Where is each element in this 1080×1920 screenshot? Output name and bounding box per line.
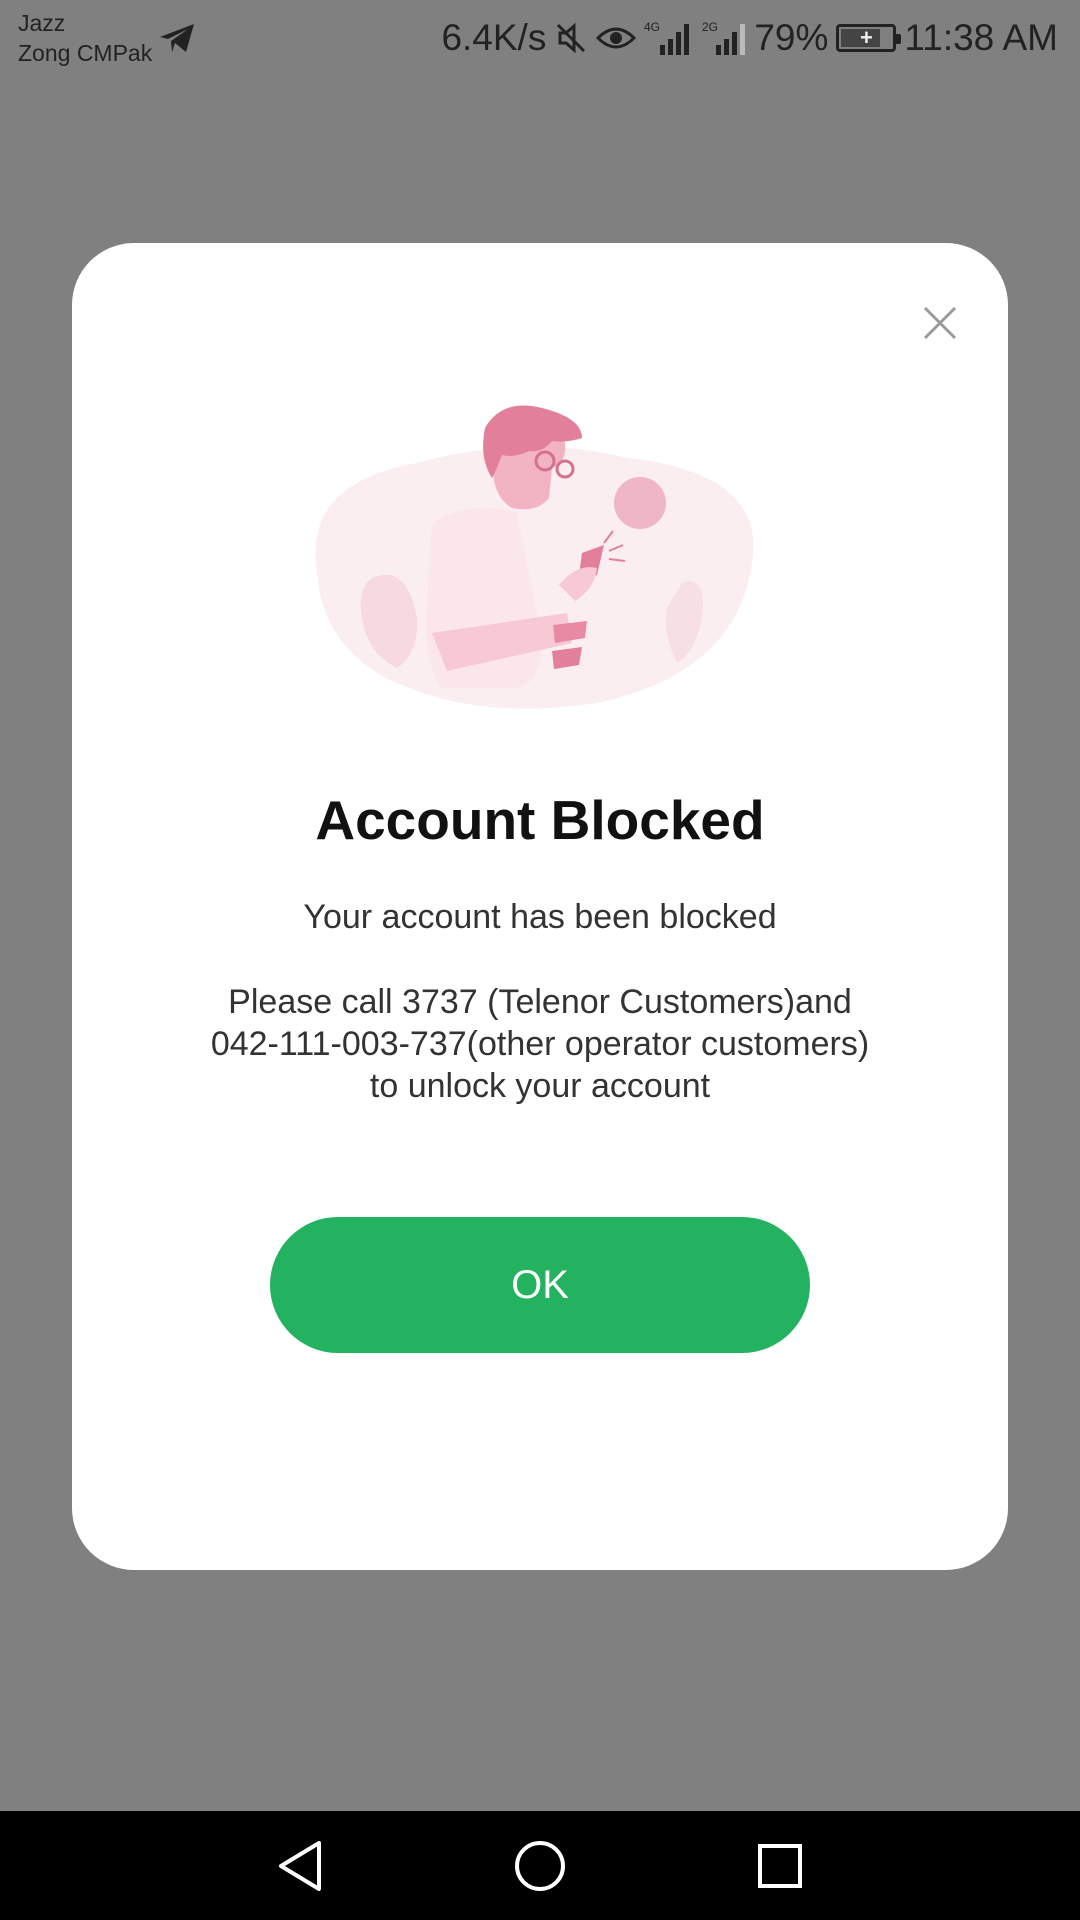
battery-icon: + — [836, 24, 902, 52]
signal-icon: 2G — [702, 20, 746, 55]
net-speed: 6.4K/s — [441, 17, 547, 58]
recents-button[interactable] — [745, 1831, 815, 1901]
carrier-1: Jazz — [18, 10, 66, 36]
mute-icon — [557, 22, 586, 54]
net-4g-label: 4G — [644, 20, 660, 34]
account-blocked-dialog: Account Blocked Your account has been bl… — [72, 243, 1008, 1570]
instruction-line: to unlock your account — [369, 1067, 711, 1105]
dialog-title: Account Blocked — [315, 789, 765, 851]
home-icon — [515, 1841, 565, 1891]
carrier-2: Zong CMPak — [18, 40, 153, 66]
instruction-line: Please call 3737 (Telenor Customers)and — [228, 983, 852, 1021]
navigation-bar — [0, 1811, 1080, 1920]
instruction-line: 042-111-003-737(other operator customers… — [210, 1025, 870, 1063]
ok-button[interactable]: OK — [270, 1217, 810, 1353]
back-button[interactable] — [265, 1831, 335, 1901]
signal-icon: 4G — [644, 20, 690, 55]
back-icon — [279, 1841, 321, 1891]
blocked-message: Your account has been blocked — [303, 898, 777, 936]
recents-icon — [758, 1844, 802, 1888]
eye-icon — [596, 27, 637, 49]
home-button[interactable] — [505, 1831, 575, 1901]
telegram-icon — [160, 24, 194, 52]
charging-icon: + — [859, 25, 873, 50]
battery-percent: 79% — [754, 17, 829, 58]
carrier-info: Jazz Zong CMPak — [18, 8, 152, 68]
clock: 11:38 AM — [904, 17, 1058, 58]
blocked-person-illustration — [315, 405, 754, 709]
screen: Jazz Zong CMPak 6.4K/s 4G 2G 79% + 11:38… — [0, 0, 1080, 1920]
close-icon[interactable] — [922, 305, 958, 341]
status-icons: 6.4K/s 4G 2G 79% + 11:38 AM — [441, 14, 1058, 62]
status-bar: Jazz Zong CMPak 6.4K/s 4G 2G 79% + 11:38… — [0, 0, 1080, 80]
unlock-instructions: Please call 3737 (Telenor Customers)and … — [132, 981, 948, 1107]
net-2g-label: 2G — [702, 20, 718, 34]
